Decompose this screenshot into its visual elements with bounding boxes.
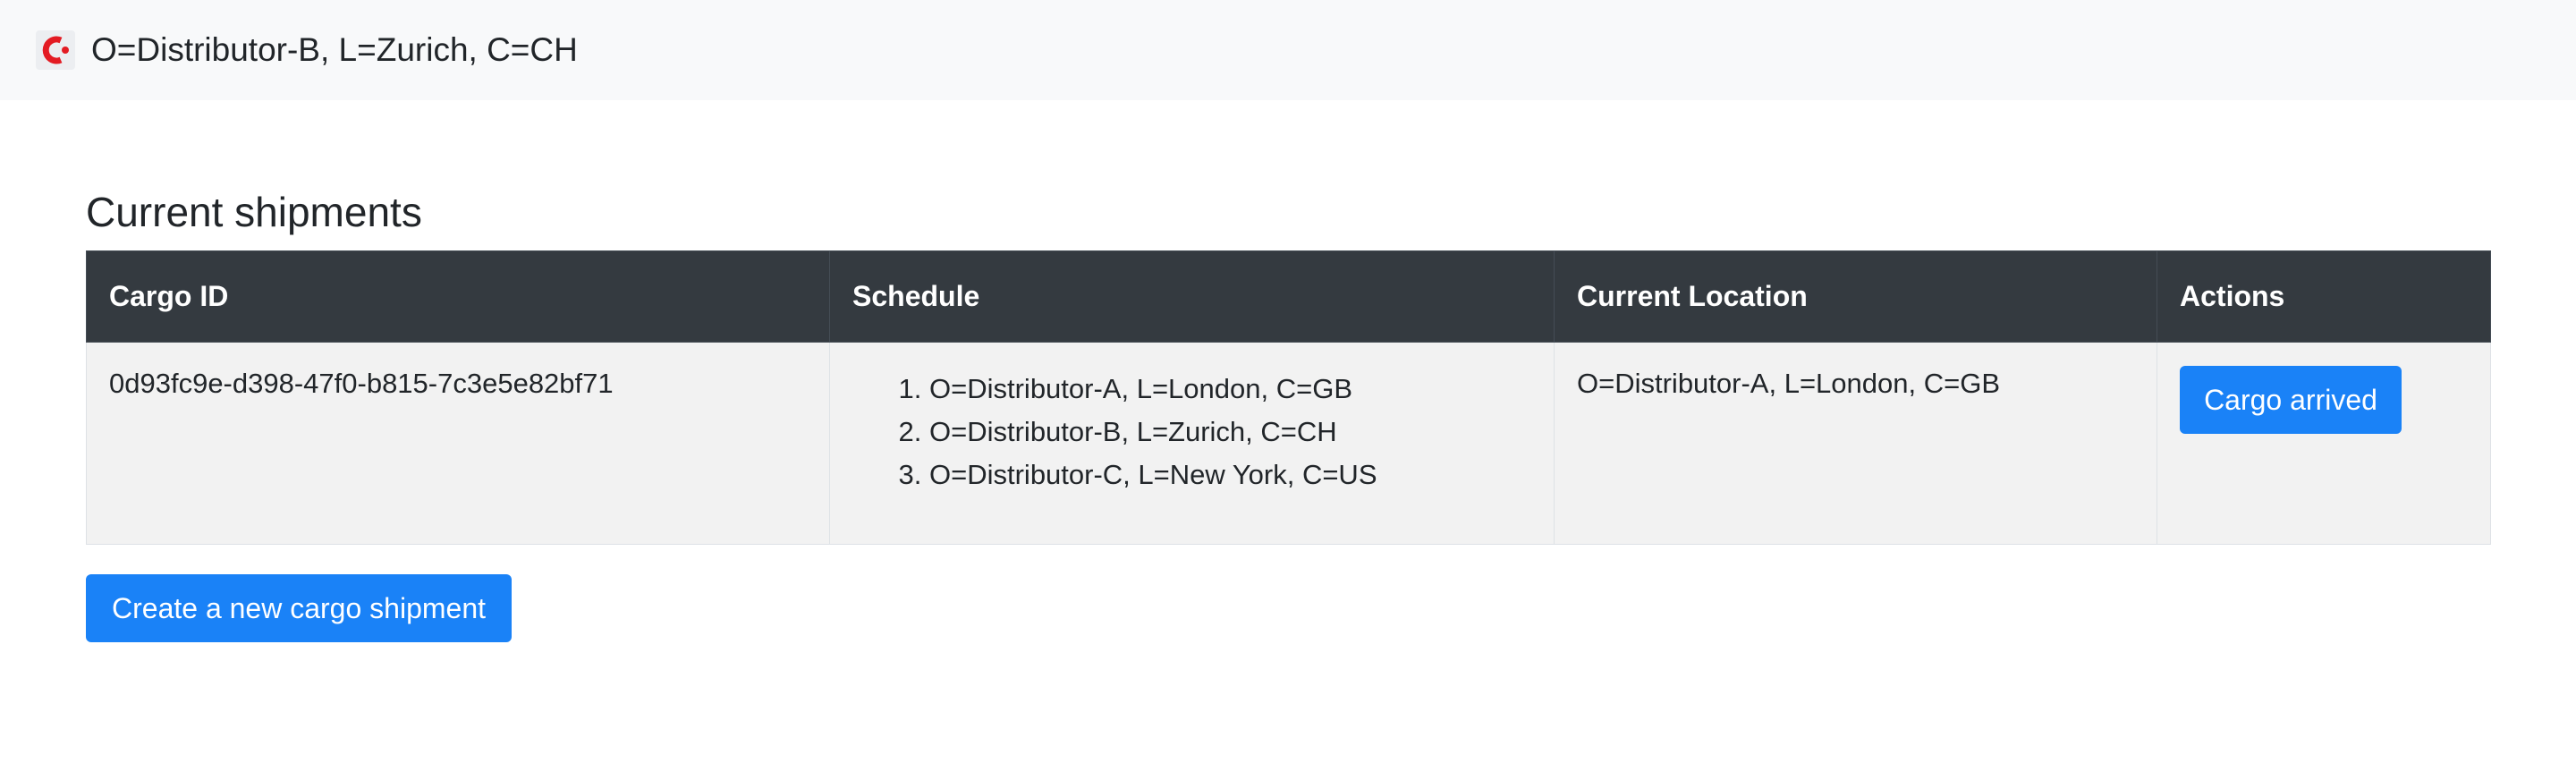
schedule-cell: O=Distributor-A, L=London, C=GB O=Distri…: [829, 342, 1555, 545]
column-header-cargo-id: Cargo ID: [86, 250, 830, 343]
cargo-id-cell: 0d93fc9e-d398-47f0-b815-7c3e5e82bf71: [86, 342, 830, 545]
schedule-stop: O=Distributor-B, L=Zurich, C=CH: [929, 411, 1531, 454]
table-header-row: Cargo ID Schedule Current Location Actio…: [86, 250, 2491, 343]
current-location-cell: O=Distributor-A, L=London, C=GB: [1554, 342, 2157, 545]
schedule-stop: O=Distributor-C, L=New York, C=US: [929, 454, 1531, 496]
page-title: Current shipments: [86, 189, 422, 235]
schedule-list: O=Distributor-A, L=London, C=GB O=Distri…: [852, 368, 1531, 496]
cargo-arrived-button[interactable]: Cargo arrived: [2180, 366, 2402, 434]
node-identity: O=Distributor-B, L=Zurich, C=CH: [91, 31, 578, 68]
column-header-schedule: Schedule: [829, 250, 1555, 343]
column-header-current-location: Current Location: [1554, 250, 2157, 343]
corda-logo-icon: [36, 30, 75, 70]
actions-cell: Cargo arrived: [2157, 342, 2491, 545]
schedule-stop: O=Distributor-A, L=London, C=GB: [929, 368, 1531, 411]
column-header-actions: Actions: [2157, 250, 2491, 343]
navbar: O=Distributor-B, L=Zurich, C=CH: [0, 0, 2576, 100]
create-shipment-button[interactable]: Create a new cargo shipment: [86, 574, 512, 642]
shipments-table: Cargo ID Schedule Current Location Actio…: [86, 250, 2491, 545]
table-row: 0d93fc9e-d398-47f0-b815-7c3e5e82bf71 O=D…: [86, 342, 2491, 545]
navbar-brand[interactable]: O=Distributor-B, L=Zurich, C=CH: [36, 30, 578, 70]
main-content: Current shipments Cargo ID Schedule Curr…: [86, 182, 2491, 642]
